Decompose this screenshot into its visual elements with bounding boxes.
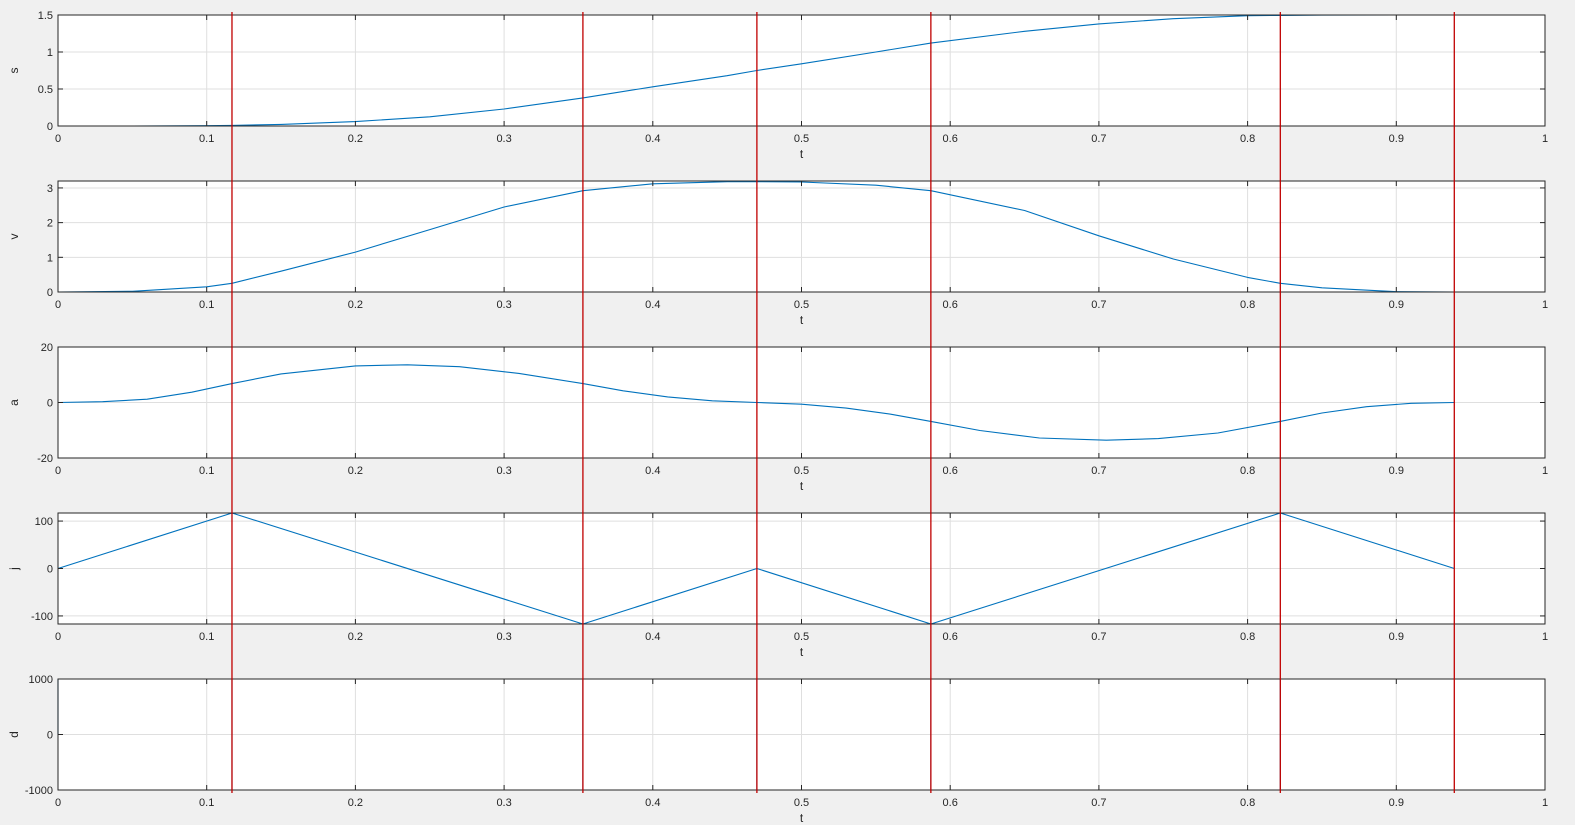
x-tick-label: 1 xyxy=(1542,299,1548,311)
x-tick-label: 0.2 xyxy=(348,631,363,643)
x-tick-label: 0.5 xyxy=(794,797,809,809)
x-tick-label: 0.6 xyxy=(943,299,958,311)
x-tick-label: 0.8 xyxy=(1240,465,1255,477)
x-tick-label: 0.3 xyxy=(496,631,511,643)
x-tick-label: 0.4 xyxy=(645,631,660,643)
y-tick-label: 0 xyxy=(47,564,53,576)
x-tick-label: 0.4 xyxy=(645,299,660,311)
y-tick-label: 0 xyxy=(47,398,53,410)
y-tick-label: -100 xyxy=(31,611,53,623)
y-axis-label: v xyxy=(7,234,21,240)
y-tick-label: 2 xyxy=(47,218,53,230)
x-tick-label: 0.6 xyxy=(943,631,958,643)
x-tick-label: 0.2 xyxy=(348,797,363,809)
x-tick-label: 0.1 xyxy=(199,797,214,809)
y-axis-label: j xyxy=(7,567,21,571)
x-tick-label: 0.2 xyxy=(348,299,363,311)
x-tick-label: 0.6 xyxy=(943,797,958,809)
x-tick-label: 0.7 xyxy=(1091,797,1106,809)
x-tick-label: 0.5 xyxy=(794,133,809,145)
figure: 0 0.1 0.2 0.3 0.4 0.5 0.6 0.7 0.8 0.9 100.511.5ts0… xyxy=(0,0,1575,825)
x-tick-label: 0.2 xyxy=(348,465,363,477)
y-axis-label: a xyxy=(7,399,21,406)
x-tick-label: 0.1 xyxy=(199,133,214,145)
x-tick-label: 0.9 xyxy=(1389,133,1404,145)
x-tick-label: 0.4 xyxy=(645,797,660,809)
x-tick-label: 0 xyxy=(55,465,61,477)
x-tick-label: 0 xyxy=(55,299,61,311)
x-tick-label: 0.7 xyxy=(1091,133,1106,145)
x-tick-label: 0 xyxy=(55,797,61,809)
x-tick-label: 0.9 xyxy=(1389,797,1404,809)
y-axis-label: s xyxy=(7,68,21,74)
x-tick-label: 1 xyxy=(1542,465,1548,477)
x-tick-label: 0.8 xyxy=(1240,631,1255,643)
x-tick-label: 0.4 xyxy=(645,465,660,477)
x-tick-label: 0.3 xyxy=(496,465,511,477)
y-tick-label: 0 xyxy=(47,121,53,133)
y-tick-label: 100 xyxy=(35,516,53,528)
x-tick-label: 0.5 xyxy=(794,631,809,643)
x-tick-label: 0.3 xyxy=(496,299,511,311)
x-tick-label: 1 xyxy=(1542,631,1548,643)
x-tick-label: 0.1 xyxy=(199,465,214,477)
y-tick-label: 0.5 xyxy=(38,84,53,96)
x-tick-label: 0.6 xyxy=(943,133,958,145)
x-tick-label: 0.9 xyxy=(1389,465,1404,477)
y-tick-label: 0 xyxy=(47,730,53,742)
x-tick-label: 0.4 xyxy=(645,133,660,145)
x-tick-label: 0.6 xyxy=(943,465,958,477)
y-tick-label: 1 xyxy=(47,252,53,264)
y-axis-label: d xyxy=(7,731,21,738)
x-tick-label: 1 xyxy=(1542,133,1548,145)
y-tick-label: 3 xyxy=(47,183,53,195)
x-tick-label: 0.9 xyxy=(1389,631,1404,643)
x-tick-label: 0.5 xyxy=(794,299,809,311)
x-tick-label: 0.7 xyxy=(1091,631,1106,643)
y-tick-label: 0 xyxy=(47,287,53,299)
x-tick-label: 0.8 xyxy=(1240,133,1255,145)
x-tick-label: 0.8 xyxy=(1240,797,1255,809)
x-tick-label: 0.7 xyxy=(1091,465,1106,477)
x-tick-label: 1 xyxy=(1542,797,1548,809)
x-tick-label: 0.1 xyxy=(199,631,214,643)
x-tick-label: 0.1 xyxy=(199,299,214,311)
x-tick-label: 0.7 xyxy=(1091,299,1106,311)
x-tick-label: 0.5 xyxy=(794,465,809,477)
y-tick-label: 1.5 xyxy=(38,10,53,22)
x-tick-label: 0.3 xyxy=(496,133,511,145)
x-tick-label: 0.8 xyxy=(1240,299,1255,311)
x-tick-label: 0.2 xyxy=(348,133,363,145)
x-tick-label: 0.3 xyxy=(496,797,511,809)
y-tick-label: 20 xyxy=(41,342,53,354)
x-tick-label: 0 xyxy=(55,631,61,643)
y-tick-label: -1000 xyxy=(25,785,53,797)
y-tick-label: 1000 xyxy=(29,674,53,686)
y-tick-label: -20 xyxy=(37,453,53,465)
y-tick-label: 1 xyxy=(47,47,53,59)
x-tick-label: 0.9 xyxy=(1389,299,1404,311)
x-tick-label: 0 xyxy=(55,133,61,145)
